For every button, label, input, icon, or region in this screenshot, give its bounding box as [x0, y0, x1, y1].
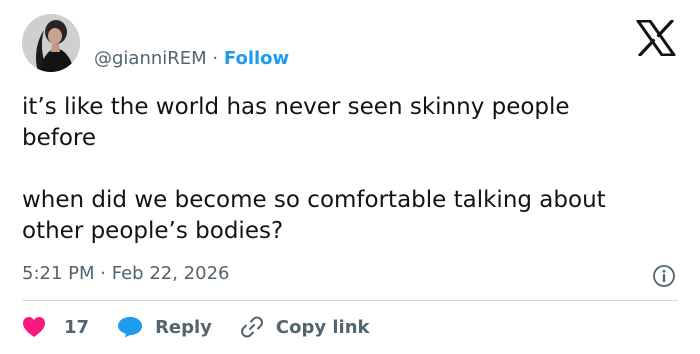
tweet-text: it’s like the world has never seen skinn…: [22, 94, 606, 244]
link-icon: [240, 316, 263, 338]
reply-bubble-icon: [118, 317, 143, 338]
user-info: @gianniREM · Follow: [94, 47, 289, 71]
tweet-timestamp[interactable]: 5:21 PM · Feb 22, 2026: [22, 262, 229, 286]
tweet-time: 5:21 PM: [22, 263, 95, 284]
like-count: 17: [64, 316, 90, 338]
tweet-actions: 17 Reply Copy link: [22, 312, 370, 342]
profile-photo: [22, 14, 80, 72]
like-button[interactable]: 17: [22, 316, 117, 338]
copy-link-label: Copy link: [275, 316, 370, 338]
reply-label: Reply: [155, 316, 212, 338]
separator-dot: ·: [100, 263, 106, 284]
copy-link-button[interactable]: Copy link: [240, 315, 370, 339]
separator-dot: ·: [212, 48, 219, 69]
heart-icon: [23, 317, 45, 337]
divider: [22, 300, 678, 301]
info-icon[interactable]: [652, 264, 676, 288]
x-logo-icon[interactable]: [636, 20, 676, 56]
user-handle[interactable]: @gianniREM: [94, 48, 207, 69]
follow-button[interactable]: Follow: [224, 48, 289, 69]
avatar[interactable]: [22, 14, 80, 72]
reply-button[interactable]: Reply: [117, 316, 240, 338]
tweet-date: Feb 22, 2026: [111, 263, 230, 284]
